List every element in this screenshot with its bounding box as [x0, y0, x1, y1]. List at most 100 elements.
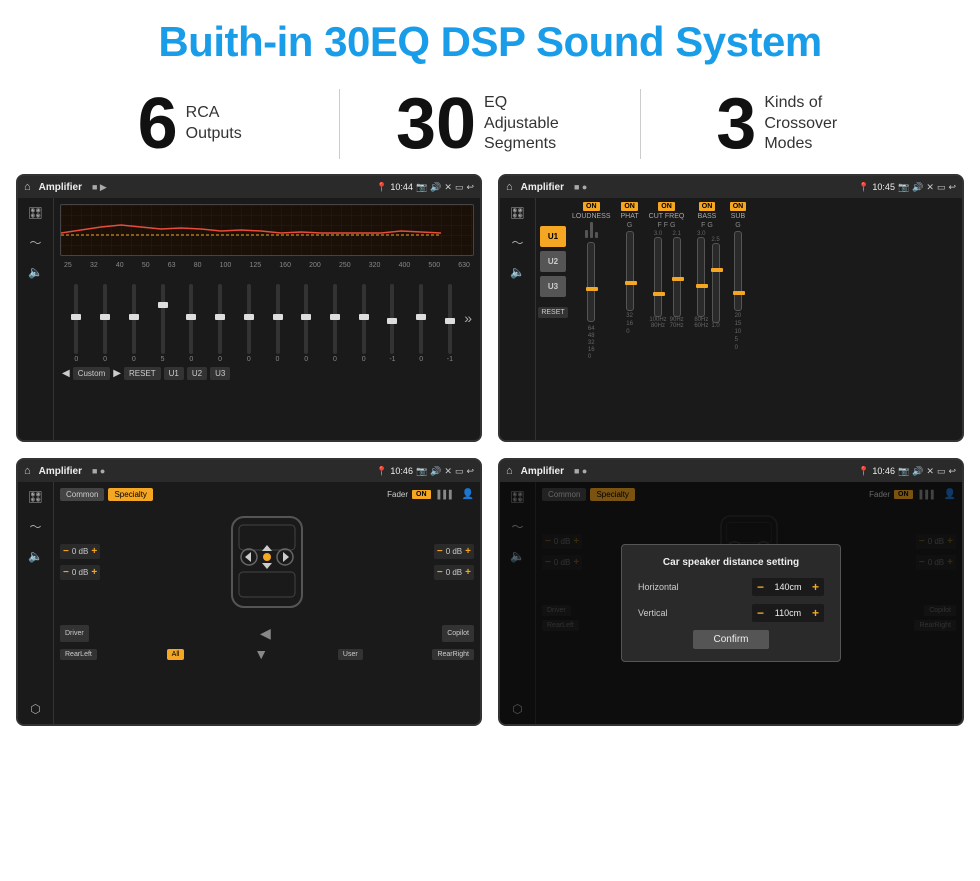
media-icons-2: ■ ●: [574, 182, 587, 192]
eq-slider-8[interactable]: 0: [292, 284, 321, 363]
channel-loudness: ON LOUDNESS: [572, 202, 611, 436]
left-top-minus[interactable]: −: [63, 546, 69, 557]
eq-graph: [60, 204, 474, 256]
screen-fader[interactable]: ⌂ Amplifier ■ ● 📍 10:46 📷 🔊 ✕ ▭ ↩ 🎛 〜 🔈 …: [16, 458, 482, 726]
bass-on[interactable]: ON: [699, 202, 716, 211]
rearright-btn[interactable]: RearRight: [432, 649, 474, 660]
common-tab[interactable]: Common: [60, 488, 104, 501]
cutfreq-on[interactable]: ON: [658, 202, 675, 211]
balance-icon-3[interactable]: ⬡: [30, 702, 40, 716]
eq-slider-12[interactable]: 0: [407, 284, 436, 363]
screen-fader-dialog[interactable]: ⌂ Amplifier ■ ● 📍 10:46 📷 🔊 ✕ ▭ ↩ 🎛 〜 🔈 …: [498, 458, 964, 726]
home-icon-1[interactable]: ⌂: [24, 181, 31, 193]
horizontal-plus[interactable]: +: [812, 580, 819, 594]
wave-icon-3[interactable]: 〜: [29, 518, 41, 535]
confirm-button[interactable]: Confirm: [693, 630, 768, 649]
eq-slider-13[interactable]: -1: [436, 284, 465, 363]
left-top-db: − 0 dB +: [60, 544, 100, 559]
vertical-minus[interactable]: −: [757, 606, 764, 620]
stats-row: 6 RCA Outputs 30 EQ Adjustable Segments …: [0, 78, 980, 174]
down-arrow-icon[interactable]: ▼: [254, 646, 268, 662]
back-icon-3[interactable]: ↩: [466, 466, 474, 477]
left-arrow-icon[interactable]: ◀: [260, 625, 271, 642]
rect-icon-2: ▭: [937, 182, 946, 193]
u3-preset[interactable]: U3: [540, 276, 566, 297]
stat-divider-1: [339, 89, 340, 159]
time-2: 10:45: [872, 182, 895, 192]
reset-btn[interactable]: RESET: [124, 367, 161, 380]
wave-icon-2[interactable]: 〜: [511, 234, 523, 251]
u3-btn[interactable]: U3: [210, 367, 230, 380]
left-top-plus[interactable]: +: [91, 546, 97, 557]
speaker-icon-3[interactable]: 🔈: [28, 549, 43, 563]
vertical-plus[interactable]: +: [812, 606, 819, 620]
eq-slider-2[interactable]: 0: [119, 284, 148, 363]
loudness-on[interactable]: ON: [583, 202, 600, 211]
stat-crossover-number: 3: [716, 88, 756, 160]
home-icon-3[interactable]: ⌂: [24, 465, 31, 477]
right-bottom-minus[interactable]: −: [437, 567, 443, 578]
back-icon-1[interactable]: ↩: [466, 182, 474, 193]
u1-preset[interactable]: U1: [540, 226, 566, 247]
filter-icon-1[interactable]: 🎛: [28, 206, 43, 220]
reset-btn-2[interactable]: RESET: [540, 307, 566, 318]
location-icon-4: 📍: [858, 466, 869, 477]
stat-crossover-label: Kinds of Crossover Modes: [764, 93, 864, 155]
stat-crossover: 3 Kinds of Crossover Modes: [661, 88, 920, 160]
filter-icon-2[interactable]: 🎛: [510, 206, 525, 220]
back-icon-2[interactable]: ↩: [948, 182, 956, 193]
u2-btn[interactable]: U2: [187, 367, 207, 380]
eq-slider-1[interactable]: 0: [91, 284, 120, 363]
eq-slider-11[interactable]: -1: [378, 284, 407, 363]
left-sidebar-1: 🎛 〜 🔈: [18, 198, 54, 440]
car-top-svg: [217, 507, 317, 617]
status-icons-2: 📍 10:45 📷 🔊 ✕ ▭ ↩: [858, 182, 956, 193]
fader-tabs-row: Common Specialty Fader ON ▌▌▌ 👤: [60, 488, 474, 501]
eq-slider-9[interactable]: 0: [321, 284, 350, 363]
eq-slider-0[interactable]: 0: [62, 284, 91, 363]
eq-slider-10[interactable]: 0: [349, 284, 378, 363]
home-icon-4[interactable]: ⌂: [506, 465, 513, 477]
eq-slider-3[interactable]: 5: [148, 284, 177, 363]
back-icon-4[interactable]: ↩: [948, 466, 956, 477]
home-icon-2[interactable]: ⌂: [506, 181, 513, 193]
horizontal-minus[interactable]: −: [757, 580, 764, 594]
status-icons-3: 📍 10:46 📷 🔊 ✕ ▭ ↩: [376, 466, 474, 477]
phat-on[interactable]: ON: [621, 202, 638, 211]
eq-slider-5[interactable]: 0: [206, 284, 235, 363]
horizontal-control: − 140cm +: [752, 578, 824, 596]
expand-icon[interactable]: »: [464, 310, 472, 326]
specialty-tab[interactable]: Specialty: [108, 488, 152, 501]
right-top-plus[interactable]: +: [465, 546, 471, 557]
all-btn[interactable]: All: [167, 649, 185, 660]
user-btn[interactable]: User: [338, 649, 363, 660]
screen-eq[interactable]: ⌂ Amplifier ■ ▶ 📍 10:44 📷 🔊 ✕ ▭ ↩ 🎛 〜 🔈: [16, 174, 482, 442]
vol-icon-4: 🔊: [912, 466, 923, 477]
wave-icon-1[interactable]: 〜: [29, 234, 41, 251]
sub-on[interactable]: ON: [730, 202, 747, 211]
play-icon[interactable]: ▶: [113, 368, 121, 379]
speaker-icon-2[interactable]: 🔈: [510, 265, 525, 279]
right-top-minus[interactable]: −: [437, 546, 443, 557]
u2-preset[interactable]: U2: [540, 251, 566, 272]
stat-eq: 30 EQ Adjustable Segments: [360, 88, 619, 160]
u1-btn[interactable]: U1: [164, 367, 184, 380]
copilot-btn[interactable]: Copilot: [442, 625, 474, 642]
rect-icon-3: ▭: [455, 466, 464, 477]
eq-slider-6[interactable]: 0: [234, 284, 263, 363]
prev-icon[interactable]: ◀: [62, 368, 70, 379]
eq-slider-7[interactable]: 0: [263, 284, 292, 363]
custom-btn[interactable]: Custom: [73, 367, 111, 380]
filter-icon-3[interactable]: 🎛: [28, 490, 43, 504]
eq-slider-4[interactable]: 0: [177, 284, 206, 363]
rearleft-btn[interactable]: RearLeft: [60, 649, 97, 660]
fader-on-badge[interactable]: ON: [412, 490, 431, 499]
screen-body-1: 🎛 〜 🔈: [18, 198, 480, 440]
status-icons-4: 📍 10:46 📷 🔊 ✕ ▭ ↩: [858, 466, 956, 477]
right-bottom-plus[interactable]: +: [465, 567, 471, 578]
screen-amp[interactable]: ⌂ Amplifier ■ ● 📍 10:45 📷 🔊 ✕ ▭ ↩ 🎛 〜 🔈: [498, 174, 964, 442]
driver-btn[interactable]: Driver: [60, 625, 89, 642]
left-bottom-minus[interactable]: −: [63, 567, 69, 578]
speaker-icon-1[interactable]: 🔈: [28, 265, 43, 279]
left-bottom-plus[interactable]: +: [91, 567, 97, 578]
